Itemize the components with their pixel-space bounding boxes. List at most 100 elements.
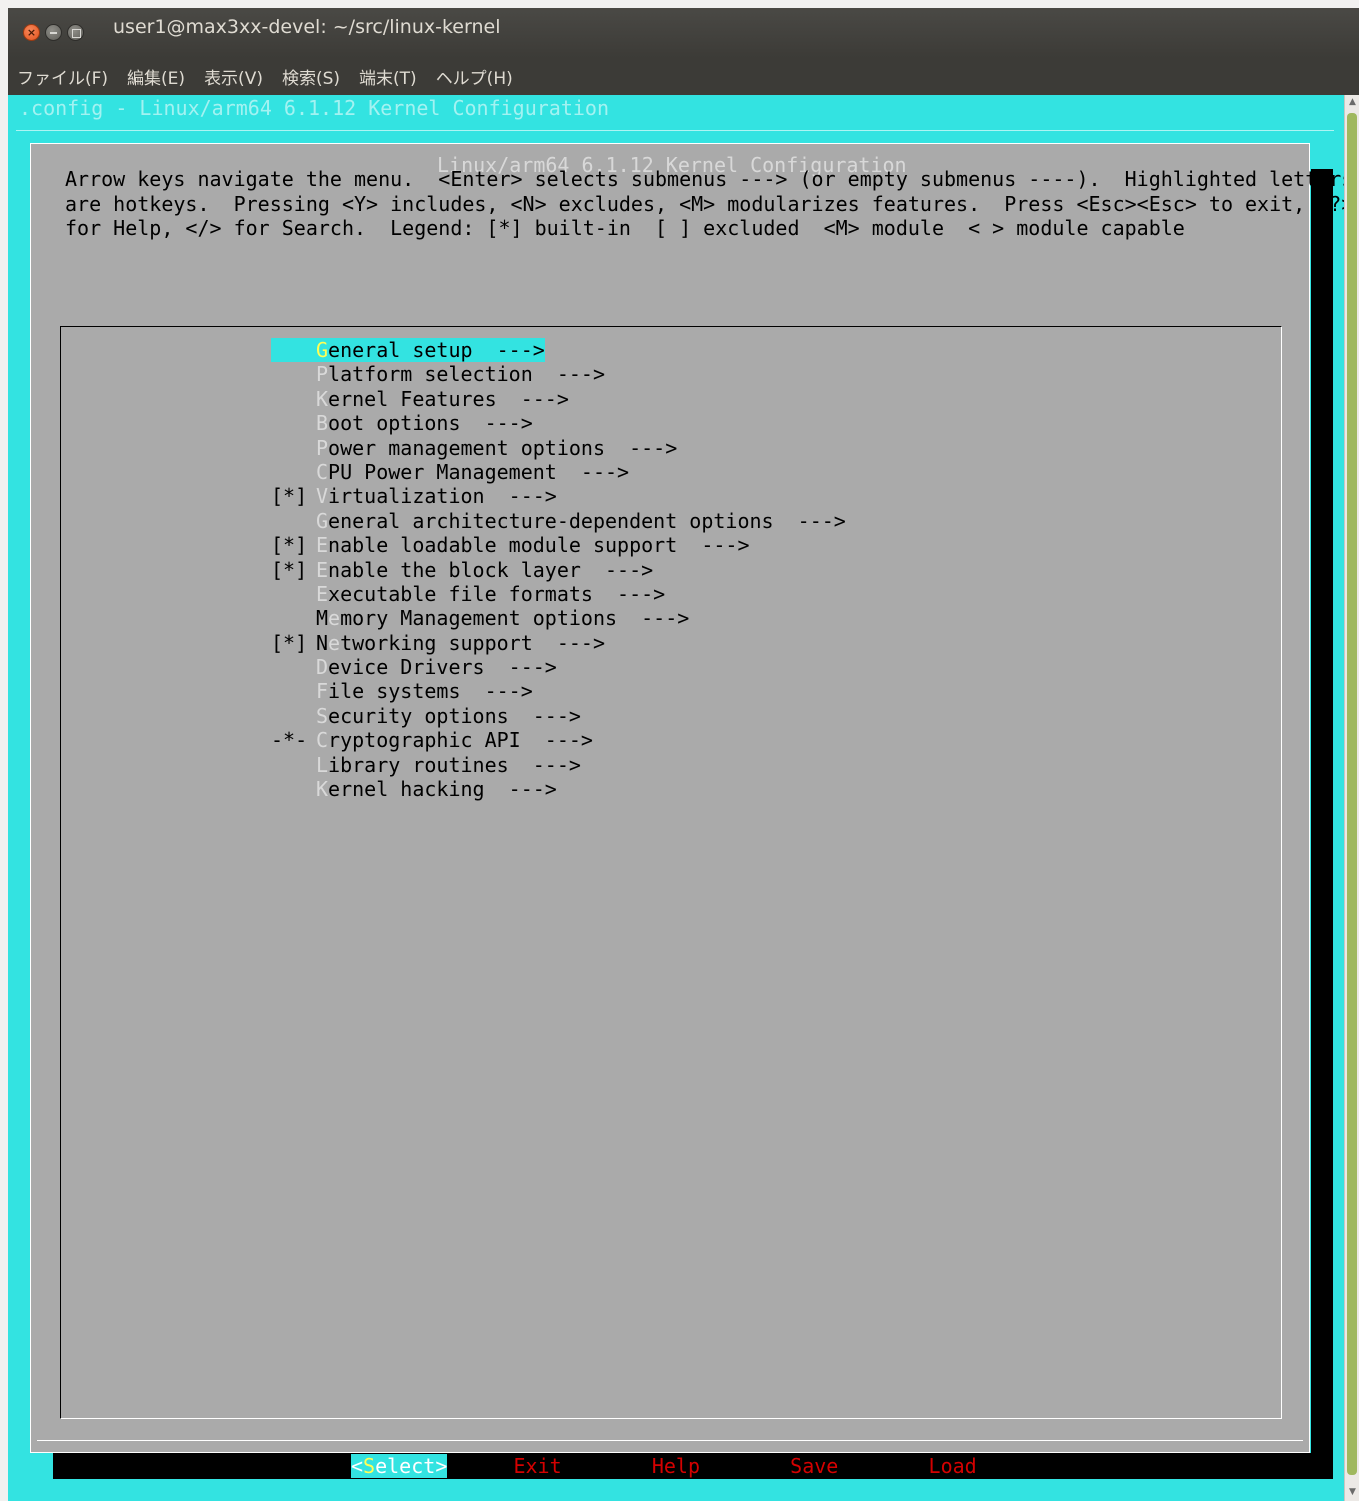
window-title: user1@max3xx-devel: ~/src/linux-kernel (113, 16, 501, 38)
entry-label: Platform selection ---> (316, 362, 605, 386)
entry-status-mark[interactable]: [*] (271, 533, 316, 557)
menu-edit[interactable]: 編集(E) (127, 64, 185, 89)
entry-label-rest: mory Management options ---> (340, 606, 690, 631)
select-button[interactable]: <Select> (351, 1454, 448, 1478)
entry-hotkey: e (328, 606, 341, 631)
menu-file[interactable]: ファイル(F) (17, 64, 108, 89)
entry-status-mark[interactable]: [*] (271, 484, 316, 508)
menu-entry[interactable]: Boot options ---> (271, 411, 846, 435)
entry-hotkey: E (316, 557, 329, 582)
entry-hotkey: F (316, 679, 329, 704)
menu-entry[interactable]: [*] Enable loadable module support ---> (271, 533, 846, 557)
entry-hotkey: P (316, 362, 329, 387)
menu-entry[interactable]: Kernel Features ---> (271, 387, 846, 411)
terminal-area[interactable]: .config - Linux/arm64 6.1.12 Kernel Conf… (8, 95, 1344, 1501)
menu-entry[interactable]: General architecture-dependent options -… (271, 509, 846, 533)
close-icon[interactable]: × (23, 24, 40, 41)
vertical-scrollbar[interactable]: ▲ ▼ (1344, 95, 1359, 1501)
help-button[interactable]: < Help > (628, 1454, 724, 1478)
menu-entry[interactable]: -*- Cryptographic API ---> (271, 728, 846, 752)
dialog-shadow (1311, 169, 1333, 1479)
button-hotkey: H (651, 1454, 664, 1478)
button-bracket: > (561, 1454, 586, 1478)
menu-entry[interactable]: Platform selection ---> (271, 362, 846, 386)
menu-entry[interactable]: Library routines ---> (271, 753, 846, 777)
entry-hotkey: G (316, 338, 329, 362)
entry-label-rest: eneral architecture-dependent options --… (328, 508, 846, 533)
entry-label-rest: latform selection ---> (328, 362, 605, 387)
scroll-up-icon[interactable]: ▲ (1347, 97, 1358, 109)
menu-entry[interactable]: Executable file formats ---> (271, 582, 846, 606)
menu-search[interactable]: 検索(S) (282, 64, 340, 89)
entry-status-mark[interactable]: [*] (271, 558, 316, 582)
entry-label-rest: ibrary routines ---> (328, 752, 581, 777)
entry-label-rest: tworking support ---> (340, 630, 605, 655)
entry-label: Cryptographic API ---> (316, 728, 593, 752)
menu-list: General setup ---> Platform selection ---… (271, 338, 846, 801)
button-hotkey: E (513, 1454, 526, 1478)
button-bracket: > (976, 1454, 1001, 1478)
menu-entry[interactable]: Memory Management options ---> (271, 606, 846, 630)
menu-entry[interactable]: File systems ---> (271, 679, 846, 703)
button-bracket: > (699, 1454, 725, 1478)
menu-entry[interactable]: Power management options ---> (271, 436, 846, 460)
entry-label-rest: evice Drivers ---> (328, 655, 557, 680)
menu-entry[interactable]: [*] Virtualization ---> (271, 484, 846, 508)
entry-label-rest: xecutable file formats ---> (328, 581, 666, 606)
button-bracket: < (904, 1454, 929, 1478)
entry-label-rest: PU Power Management ---> (328, 459, 630, 484)
title-divider (16, 130, 1334, 131)
menu-help[interactable]: ヘルプ(H) (436, 64, 513, 89)
help-line: are hotkeys. Pressing <Y> includes, <N> … (65, 191, 1344, 216)
button-hotkey: S (790, 1454, 803, 1478)
menu-entry[interactable]: CPU Power Management ---> (271, 460, 846, 484)
save-button[interactable]: < Save > (766, 1454, 862, 1478)
entry-label-prefix: M (316, 606, 329, 631)
menu-entry[interactable]: Kernel hacking ---> (271, 777, 846, 801)
menu-entry[interactable]: Device Drivers ---> (271, 655, 846, 679)
entry-hotkey: K (316, 777, 329, 802)
entry-label-rest: nable loadable module support ---> (328, 533, 750, 558)
entry-hotkey: S (316, 703, 329, 728)
config-title: .config - Linux/arm64 6.1.12 Kernel Conf… (19, 96, 610, 120)
scroll-down-icon[interactable]: ▼ (1347, 1487, 1358, 1499)
button-label: ave (802, 1454, 839, 1478)
menu-entry[interactable]: [*] Networking support ---> (271, 631, 846, 655)
menu-entry[interactable]: [*] Enable the block layer ---> (271, 558, 846, 582)
entry-label-prefix: N (316, 630, 329, 655)
scrollbar-thumb[interactable] (1347, 113, 1357, 1475)
maximize-icon[interactable] (67, 24, 84, 41)
entry-label: CPU Power Management ---> (316, 460, 629, 484)
exit-button[interactable]: < Exit > (489, 1454, 585, 1478)
entry-label: Boot options ---> (316, 411, 533, 435)
entry-status-mark[interactable]: -*- (271, 728, 316, 752)
entry-label: Library routines ---> (316, 753, 581, 777)
load-button[interactable]: < Load > (904, 1454, 1000, 1478)
entry-label: Kernel Features ---> (316, 387, 569, 411)
button-bar: <Select> < Exit > < Help > < Save > < Load > (351, 1454, 1043, 1478)
menu-box: General setup ---> Platform selection ---… (60, 326, 1282, 1419)
entry-label: Enable the block layer ---> (316, 558, 653, 582)
entry-hotkey: K (316, 386, 329, 411)
entry-hotkey: E (316, 581, 329, 606)
entry-hotkey: L (316, 752, 329, 777)
entry-hotkey: E (316, 533, 329, 558)
entry-label: General setup ---> (316, 338, 545, 362)
button-bracket: < (489, 1454, 514, 1478)
help-text: Arrow keys navigate the menu. <Enter> se… (65, 167, 1344, 241)
menu-entry[interactable]: General setup ---> (271, 338, 846, 362)
entry-status-mark[interactable]: [*] (271, 631, 316, 655)
minimize-icon[interactable] (45, 24, 62, 41)
entry-label-rest: oot options ---> (328, 411, 533, 436)
entry-hotkey: P (316, 435, 329, 460)
entry-label: Security options ---> (316, 704, 581, 728)
entry-hotkey: B (316, 411, 329, 436)
entry-hotkey: D (316, 655, 329, 680)
entry-label-rest: eneral setup ---> (328, 338, 545, 362)
menu-view[interactable]: 表示(V) (204, 64, 263, 89)
button-divider (37, 1440, 1303, 1441)
menu-entry[interactable]: Security options ---> (271, 704, 846, 728)
menu-terminal[interactable]: 端末(T) (359, 64, 417, 89)
entry-label: Executable file formats ---> (316, 582, 665, 606)
button-bracket: < (351, 1454, 364, 1478)
